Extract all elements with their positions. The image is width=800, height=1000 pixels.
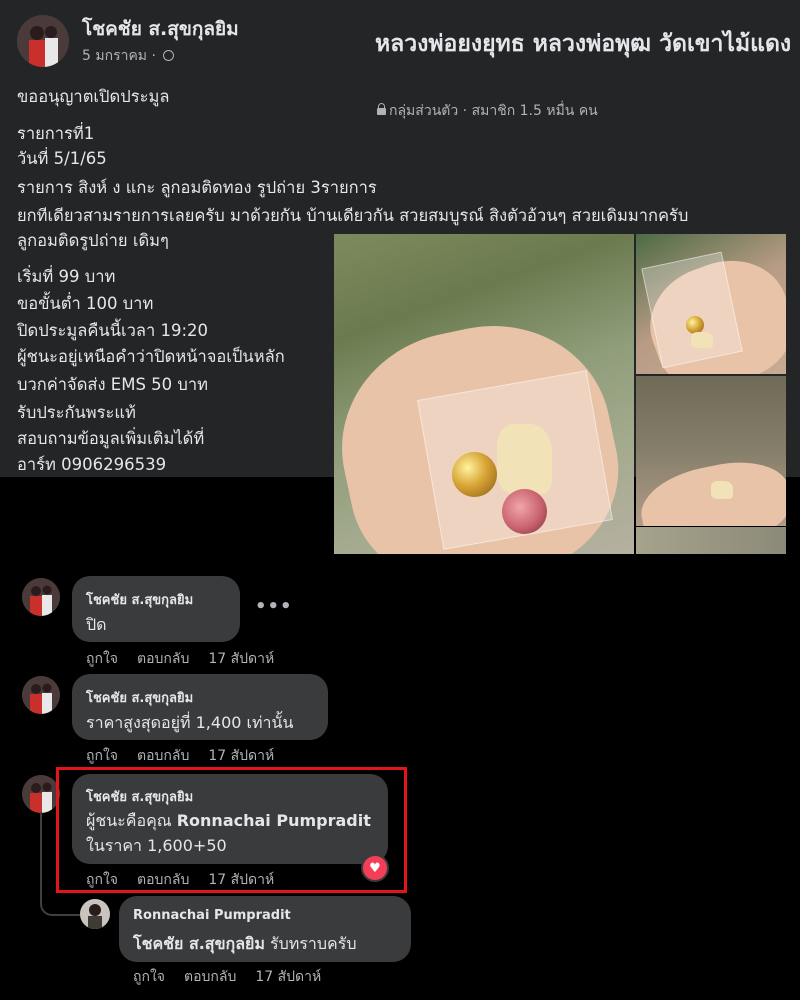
post-line: เริ่มที่ 99 บาท xyxy=(17,267,116,286)
post-line: บวกค่าจัดส่ง EMS 50 บาท xyxy=(17,375,209,394)
post-photo-3[interactable] xyxy=(636,376,786,526)
comment-bubble: โชคชัย ส.สุขกุลยิม ปิด xyxy=(72,576,240,642)
comment-author[interactable]: Ronnachai Pumpradit xyxy=(133,908,291,923)
comment-actions: ถูกใจ ตอบกลับ 17 สัปดาห์ xyxy=(133,966,340,988)
comment-actions: ถูกใจ ตอบกลับ 17 สัปดาห์ xyxy=(86,745,293,767)
author-avatar[interactable] xyxy=(17,15,69,67)
comment-text: ราคาสูงสุดอยู่ที่ 1,400 เท่านั้น xyxy=(86,713,294,732)
post-line: ลูกอมติดรูปถ่าย เดิมๆ xyxy=(17,231,169,250)
lion-amulet-shape xyxy=(711,481,733,499)
comment-text-suffix: รับทราบครับ xyxy=(264,934,357,953)
commenter-avatar[interactable] xyxy=(22,775,60,813)
gold-amulet-shape xyxy=(452,452,497,497)
post-date[interactable]: 5 มกราคม xyxy=(82,48,147,64)
group-meta: กลุ่มส่วนตัว · สมาชิก 1.5 หมื่น คน xyxy=(377,100,598,122)
comment-actions: ถูกใจ ตอบกลับ 17 สัปดาห์ xyxy=(86,648,293,670)
post-line: ปิดประมูลคืนนี้เวลา 19:20 xyxy=(17,321,209,340)
commenter-avatar[interactable] xyxy=(22,578,60,616)
post-line: วันที่ 5/1/65 xyxy=(17,149,107,168)
post-photo-4[interactable] xyxy=(636,527,786,554)
post-author-name[interactable]: โชคชัย ส.สุขกุลยิม xyxy=(82,14,239,44)
group-name[interactable]: หลวงพ่อยงยุทธ หลวงพ่อพุฒ วัดเขาไม้แดง xyxy=(375,28,795,61)
post-line: ยกทีเดียวสามรายการเลยครับ มาด้วยกัน บ้าน… xyxy=(17,206,689,225)
reply-link[interactable]: ตอบกลับ xyxy=(184,966,236,988)
reply-link[interactable]: ตอบกลับ xyxy=(137,648,189,670)
post-line: รายการ สิงห์ ง แกะ ลูกอมติดทอง รูปถ่าย 3… xyxy=(17,178,377,197)
like-link[interactable]: ถูกใจ xyxy=(86,745,118,767)
comment-time[interactable]: 17 สัปดาห์ xyxy=(208,745,274,767)
more-options-icon[interactable]: ••• xyxy=(255,596,293,617)
meta-separator: · xyxy=(147,48,161,64)
comment-text: โชคชัย ส.สุขกุลยิม รับทราบครับ xyxy=(133,932,357,957)
post-line: ขออนุญาตเปิดประมูล xyxy=(17,87,170,106)
post-line: สอบถามข้อมูลเพิ่มเติมได้ที่ xyxy=(17,429,205,448)
lion-amulet-shape xyxy=(691,332,713,348)
post-line: ขอขั้นต่ำ 100 บาท xyxy=(17,294,154,313)
mention-link[interactable]: โชคชัย ส.สุขกุลยิม xyxy=(133,934,265,953)
comment-author[interactable]: โชคชัย ส.สุขกุลยิม xyxy=(86,687,193,708)
red-amulet-shape xyxy=(502,489,547,534)
like-link[interactable]: ถูกใจ xyxy=(86,648,118,670)
lock-icon xyxy=(377,103,386,115)
comment-time[interactable]: 17 สัปดาห์ xyxy=(208,648,274,670)
post-line: รายการที่1 xyxy=(17,124,95,143)
like-link[interactable]: ถูกใจ xyxy=(133,966,165,988)
comment-time[interactable]: 17 สัปดาห์ xyxy=(255,966,321,988)
comment-text: ปิด xyxy=(86,615,107,634)
reply-link[interactable]: ตอบกลับ xyxy=(137,745,189,767)
post-meta: 5 มกราคม · xyxy=(82,45,175,67)
highlight-annotation-box xyxy=(56,767,407,893)
reply-avatar[interactable] xyxy=(80,899,110,929)
group-meta-text: กลุ่มส่วนตัว · สมาชิก 1.5 หมื่น คน xyxy=(389,103,598,119)
comment-bubble: โชคชัย ส.สุขกุลยิม ราคาสูงสุดอยู่ที่ 1,4… xyxy=(72,674,328,740)
comment-author[interactable]: โชคชัย ส.สุขกุลยิม xyxy=(86,589,193,610)
post-line: ผู้ชนะอยู่เหนือคำว่าปิดหน้าจอเป็นหลัก xyxy=(17,347,285,366)
post-line: อาร์ท 0906296539 xyxy=(17,455,167,474)
privacy-globe-icon xyxy=(163,50,175,61)
post-photo-2[interactable] xyxy=(636,234,786,374)
commenter-avatar[interactable] xyxy=(22,676,60,714)
comment-bubble: Ronnachai Pumpradit โชคชัย ส.สุขกุลยิม ร… xyxy=(119,896,411,962)
post-line: รับประกันพระแท้ xyxy=(17,403,136,422)
post-photo-main[interactable] xyxy=(334,234,634,554)
lion-amulet-shape xyxy=(497,424,552,494)
